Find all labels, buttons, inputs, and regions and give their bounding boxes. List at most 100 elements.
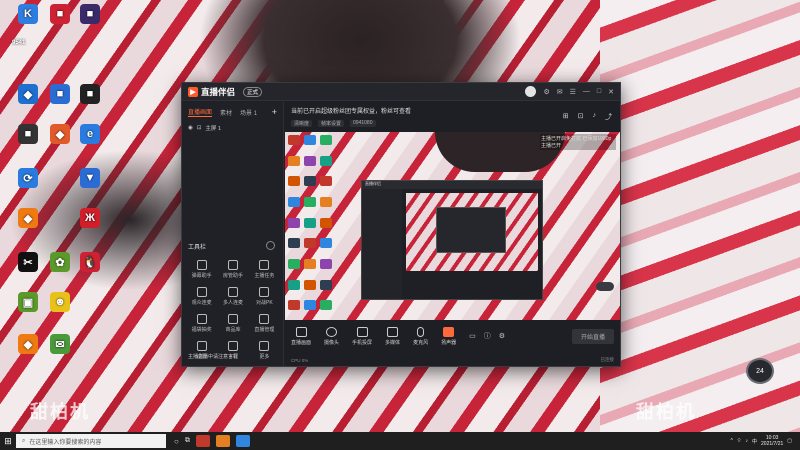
- share-icon[interactable]: ⤴: [605, 112, 612, 122]
- tool-icon: [227, 314, 238, 324]
- version-badge[interactable]: 正式: [243, 86, 263, 97]
- desktop-icon[interactable]: ☻: [40, 292, 80, 314]
- record-icon[interactable]: ▭: [469, 332, 476, 340]
- tool-label: 对战PK: [255, 300, 273, 306]
- desktop-icon[interactable]: ■: [70, 84, 110, 106]
- media-button[interactable]: 多媒体: [385, 326, 400, 346]
- live-preview[interactable]: 直播伴侣 主播已开启免打扰 已添加1080p 主播已开: [285, 132, 620, 320]
- taskbar-app-orange[interactable]: [215, 435, 230, 447]
- speaker-icon: [443, 326, 455, 337]
- tool-label: 福袋抽奖: [191, 327, 212, 333]
- taskbar-search[interactable]: ⌕ 在这里输入你要搜索的内容: [16, 434, 166, 448]
- message-icon[interactable]: ✉: [557, 88, 563, 96]
- minimize-icon[interactable]: —: [583, 88, 590, 95]
- maximize-icon[interactable]: □: [597, 88, 601, 95]
- tool-item[interactable]: 更多: [249, 341, 280, 360]
- gift-icon[interactable]: ⊞: [563, 112, 569, 122]
- tool-icon: [196, 314, 207, 324]
- cortana-icon[interactable]: ○: [174, 437, 179, 446]
- preview-mini-icon: [320, 258, 332, 269]
- desktop-icon[interactable]: ⟳: [8, 168, 48, 190]
- phone-cast-button[interactable]: 手机投屏: [352, 326, 372, 346]
- tool-label: 商品库: [225, 327, 241, 333]
- camera-button[interactable]: 摄像头: [324, 326, 339, 346]
- tool-item[interactable]: 观众连麦: [186, 287, 217, 306]
- desktop-app-icon: ◆: [50, 124, 70, 144]
- info-sub-1[interactable]: 清晰度: [291, 120, 313, 127]
- tab-material[interactable]: 素材: [220, 108, 232, 117]
- network-icon[interactable]: ⌔: [737, 438, 742, 444]
- watermark-left: 甜柏机: [30, 402, 90, 423]
- tool-item[interactable]: 房管助手: [217, 260, 248, 279]
- scene-item[interactable]: ◉ ⊡ 主屏 1: [182, 122, 283, 134]
- tool-item[interactable]: 直播管理: [249, 314, 280, 333]
- speaker-button[interactable]: 扬声器: [441, 326, 457, 346]
- preview-mini-icon: [288, 258, 300, 269]
- tool-item[interactable]: 商品库: [217, 314, 248, 333]
- settings-icon[interactable]: ⚙: [543, 88, 549, 96]
- desktop-app-icon: ◆: [18, 334, 38, 354]
- desktop-icon[interactable]: Ж: [70, 208, 110, 230]
- lock-icon[interactable]: ⊡: [197, 125, 202, 131]
- nested-preview-window: 直播伴侣: [361, 180, 543, 300]
- menu-icon[interactable]: ☰: [570, 88, 576, 96]
- desktop-app-icon: ■: [18, 124, 38, 144]
- ime-icon[interactable]: 中: [752, 438, 757, 445]
- notification-center-icon[interactable]: ▢: [787, 438, 792, 444]
- taskbar-clock[interactable]: 10:03 2021/7/21: [761, 435, 783, 447]
- preview-toggle[interactable]: [596, 282, 614, 291]
- tool-label: 观众连麦: [191, 300, 212, 306]
- start-live-button[interactable]: 开始直播: [571, 328, 614, 344]
- preview-mini-icon: [288, 300, 300, 311]
- desktop-app-icon: ◆: [18, 208, 38, 228]
- preview-mini-icon: [304, 176, 316, 187]
- left-tabs: 直播画面 素材 场景 1 +: [182, 102, 283, 122]
- title-bar: ▶ 直播伴侣 正式 ⚙ ✉ ☰ — □ ✕: [182, 83, 620, 101]
- task-view-icon[interactable]: ⧉: [185, 437, 190, 445]
- tool-item[interactable]: 弹幕助手: [186, 260, 217, 279]
- tool-label: 更多: [259, 354, 270, 360]
- volume-icon[interactable]: ♪: [746, 438, 749, 444]
- taskbar-app-blue[interactable]: [235, 435, 250, 447]
- tool-icon: [227, 260, 238, 270]
- tool-item[interactable]: 多人连麦: [217, 287, 248, 306]
- tool-item[interactable]: 福袋抽奖: [186, 314, 217, 333]
- add-scene-icon[interactable]: +: [272, 107, 277, 117]
- desktop-icon[interactable]: ■: [70, 4, 110, 26]
- watermark-right: 甜柏机: [636, 402, 696, 423]
- desktop-icon[interactable]: ◆: [8, 208, 48, 230]
- desktop-icon[interactable]: e: [70, 124, 110, 146]
- tools-collapse-icon[interactable]: [266, 241, 275, 250]
- main-area: 当前已开启超级粉丝团专属权益，粉丝可查看 清晰度 帧率设置 0941080 ⊞ …: [285, 102, 620, 366]
- tab-scene-1[interactable]: 场景 1: [240, 108, 257, 117]
- desktop-app-icon: ◆: [18, 84, 38, 104]
- preview-mini-icon: [320, 176, 332, 187]
- info-sub-2[interactable]: 帧率设置: [318, 120, 345, 127]
- desktop-icon[interactable]: ▼: [70, 168, 110, 190]
- live-scene-button[interactable]: 直播画面: [291, 326, 311, 346]
- desktop-icon[interactable]: ✉: [40, 334, 80, 356]
- tool-label: 主播任务: [254, 273, 275, 279]
- desktop-icon[interactable]: 🐧: [70, 252, 110, 274]
- user-avatar[interactable]: [525, 86, 537, 97]
- taskbar: ⊞ ⌕ 在这里输入你要搜索的内容 ○ ⧉ ^ ⌔ ♪ 中 10:03 2021/…: [0, 432, 800, 450]
- notification-icon[interactable]: ♪: [593, 112, 597, 122]
- eye-icon[interactable]: ◉: [188, 125, 193, 131]
- preview-mini-icon: [288, 279, 300, 290]
- microphone-button[interactable]: 麦克风: [413, 326, 428, 346]
- speed-widget[interactable]: 24: [746, 358, 774, 384]
- info-icon[interactable]: ⓘ: [484, 331, 491, 341]
- taskbar-app-live-companion[interactable]: [195, 435, 210, 447]
- tool-item[interactable]: 对战PK: [249, 287, 280, 306]
- gear-icon[interactable]: ⚙: [499, 332, 505, 340]
- preview-mini-icon: [304, 135, 316, 145]
- clock-date: 2021/7/21: [761, 441, 784, 447]
- chevron-up-icon[interactable]: ^: [730, 438, 732, 444]
- close-icon[interactable]: ✕: [608, 88, 614, 96]
- tab-live-scene[interactable]: 直播画面: [188, 107, 213, 117]
- tool-item[interactable]: 主播任务: [249, 260, 280, 279]
- windows-start-icon[interactable]: ⊞: [0, 432, 16, 450]
- speaker-label: 扬声器: [441, 339, 457, 346]
- lock-icon[interactable]: ⊡: [578, 112, 584, 122]
- desktop-app-icon: ✉: [50, 334, 70, 354]
